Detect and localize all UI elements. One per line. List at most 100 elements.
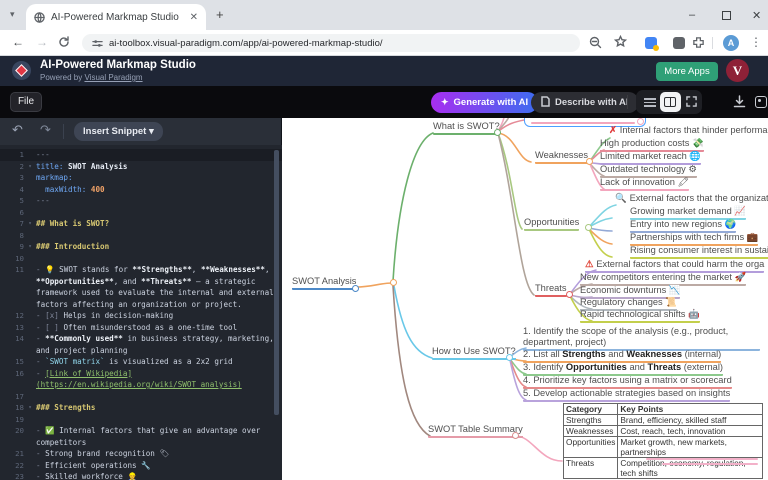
editor-line: 1--- bbox=[0, 149, 282, 161]
map-node-opportunities[interactable]: Opportunities bbox=[524, 217, 579, 231]
more-apps-button[interactable]: More Apps bbox=[656, 62, 718, 81]
node-circle-howto[interactable] bbox=[506, 354, 513, 361]
zoom-icon[interactable] bbox=[589, 36, 602, 49]
map-node-rapid-tech-shifts[interactable]: Rapid technological shifts 🤖 bbox=[580, 309, 700, 323]
code-editor[interactable]: 1---2▾title: SWOT Analysis3markmap:4 max… bbox=[0, 145, 282, 480]
visual-paradigm-link[interactable]: Visual Paradigm bbox=[84, 73, 142, 82]
back-button[interactable]: ← bbox=[12, 35, 24, 49]
extension-chat-icon[interactable] bbox=[673, 37, 685, 49]
editor-line: 10 bbox=[0, 253, 282, 265]
node-circle-junction[interactable] bbox=[390, 279, 397, 286]
map-node-threats[interactable]: Threats bbox=[535, 283, 567, 297]
node-circle-opportunities[interactable] bbox=[585, 224, 592, 231]
visual-paradigm-badge[interactable]: V bbox=[726, 59, 749, 82]
window-close-button[interactable]: ✕ bbox=[752, 9, 761, 22]
editor-line: 20- ✅ Internal factors that give an adva… bbox=[0, 425, 282, 437]
browser-address-bar: ← → ai-toolbox.visual-paradigm.com/app/a… bbox=[0, 30, 768, 56]
tab-title: AI-Powered Markmap Studio bbox=[51, 12, 184, 23]
map-node-opportunities-desc[interactable]: 🔍External factors that the organizatio bbox=[615, 193, 768, 205]
map-node-what-is-swot[interactable]: What is SWOT? bbox=[433, 121, 500, 135]
bookmark-star-icon[interactable] bbox=[614, 35, 627, 48]
cutoff-node-remnant bbox=[646, 458, 758, 460]
map-node-howto-step5[interactable]: 5. Develop actionable strategies based o… bbox=[523, 388, 730, 402]
table-row: WeaknessesCost, reach, tech, innovation bbox=[564, 426, 763, 437]
generate-with-ai-button[interactable]: ✦Generate with AI bbox=[431, 92, 538, 113]
editor-line: (https://en.wikipedia.org/wiki/SWOT_anal… bbox=[0, 379, 282, 391]
site-settings-icon[interactable] bbox=[92, 38, 103, 49]
node-circle-secure[interactable] bbox=[637, 118, 644, 125]
node-circle-root[interactable] bbox=[352, 285, 359, 292]
profile-avatar[interactable]: A bbox=[723, 35, 739, 51]
map-node-weaknesses[interactable]: Weaknesses bbox=[535, 150, 588, 164]
tab-close-icon[interactable]: ✕ bbox=[190, 12, 198, 23]
url-field[interactable]: ai-toolbox.visual-paradigm.com/app/ai-po… bbox=[82, 34, 580, 52]
editor-line: 16- [Link of Wikipedia] bbox=[0, 368, 282, 380]
node-circle-table-summary[interactable] bbox=[512, 432, 519, 439]
document-icon bbox=[541, 96, 550, 107]
map-node-threats-desc[interactable]: ⚠External factors that could harm the or… bbox=[585, 259, 764, 273]
map-node-root[interactable]: SWOT Analysis bbox=[292, 276, 356, 290]
editor-line: 5--- bbox=[0, 195, 282, 207]
editor-line: and project planning bbox=[0, 345, 282, 357]
download-icon[interactable] bbox=[733, 95, 746, 108]
map-node-high-production-costs[interactable]: High production costs 💸 bbox=[600, 138, 704, 152]
editor-line: 23- Skilled workforce 👷 bbox=[0, 471, 282, 480]
app-logo-icon bbox=[12, 61, 31, 80]
editor-line: competitors bbox=[0, 437, 282, 449]
window-minimize-button[interactable]: – bbox=[689, 9, 695, 21]
node-circle-what[interactable] bbox=[494, 129, 501, 136]
magic-icon: ✦ bbox=[441, 97, 449, 107]
editor-line: 6 bbox=[0, 207, 282, 219]
editor-line: 22- Efficient operations 🔧 bbox=[0, 460, 282, 472]
export-image-icon[interactable] bbox=[755, 96, 767, 108]
map-node-new-competitors[interactable]: New competitors entering the market 🚀 bbox=[580, 272, 746, 286]
editor-line: 2▾title: SWOT Analysis bbox=[0, 161, 282, 173]
editor-line: 4 maxWidth: 400 bbox=[0, 184, 282, 196]
editor-line: **Opportunities**, and **Threats** — a s… bbox=[0, 276, 282, 288]
new-tab-button[interactable]: + bbox=[216, 7, 224, 22]
node-circle-weaknesses[interactable] bbox=[586, 158, 593, 165]
insert-snippet-button[interactable]: Insert Snippet ▾ bbox=[74, 122, 163, 141]
node-circle-threats[interactable] bbox=[566, 291, 573, 298]
map-node-lack-of-innovation[interactable]: Lack of innovation 🖍 bbox=[600, 177, 689, 191]
editor-line: 21- Strong brand recognition 🏷 bbox=[0, 448, 282, 460]
split-view-icon[interactable] bbox=[660, 92, 681, 112]
map-node-entry-new-regions[interactable]: Entry into new regions 🌍 bbox=[630, 219, 736, 233]
map-node-how-to-use-swot[interactable]: How to Use SWOT? bbox=[432, 346, 516, 360]
reload-button[interactable] bbox=[58, 36, 70, 48]
map-node-howto-step3[interactable]: 3. Identify Opportunities and Threats (e… bbox=[523, 362, 723, 376]
map-node-limited-market-reach[interactable]: Limited market reach 🌐 bbox=[600, 151, 701, 165]
window-maximize-button[interactable] bbox=[722, 11, 731, 20]
map-node-rising-consumer-interest[interactable]: Rising consumer interest in sustainabili bbox=[630, 245, 768, 259]
map-node-howto-step4[interactable]: 4. Prioritize key factors using a matrix… bbox=[523, 375, 732, 389]
forward-button[interactable]: → bbox=[36, 35, 48, 49]
map-node-partnerships-tech-firms[interactable]: Partnerships with tech firms 💼 bbox=[630, 232, 758, 246]
extensions-puzzle-icon[interactable] bbox=[692, 36, 705, 49]
browser-tab[interactable]: AI-Powered Markmap Studio ✕ bbox=[26, 4, 206, 30]
map-node-howto-step2[interactable]: 2. List all Strengths and Weaknesses (in… bbox=[523, 349, 721, 363]
screen: ▾ AI-Powered Markmap Studio ✕ + – ✕ ← → … bbox=[0, 0, 768, 480]
describe-with-ai-button[interactable]: Describe with AI bbox=[531, 92, 639, 113]
file-menu-button[interactable]: File bbox=[10, 92, 42, 112]
undo-button[interactable]: ↶ bbox=[12, 122, 23, 138]
table-cell: Opportunities bbox=[564, 437, 618, 458]
table-row: StrengthsBrand, efficiency, skilled staf… bbox=[564, 415, 763, 426]
extension-icon[interactable] bbox=[645, 37, 657, 49]
mindmap-canvas[interactable]: Secure supply chain 🔗 SWOT Analysis What… bbox=[282, 118, 768, 480]
redo-button[interactable]: ↷ bbox=[40, 122, 51, 138]
map-node-weaknesses-desc[interactable]: ✗Internal factors that hinder performa bbox=[609, 125, 768, 137]
fullscreen-icon[interactable] bbox=[686, 96, 697, 107]
table-cell: Market growth, new markets, partnerships bbox=[618, 437, 763, 458]
map-node-swot-table-summary[interactable]: SWOT Table Summary bbox=[428, 424, 523, 438]
map-node-howto-step1[interactable]: 1. Identify the scope of the analysis (e… bbox=[523, 326, 760, 351]
browser-tab-bar: ▾ AI-Powered Markmap Studio ✕ + – ✕ bbox=[0, 0, 768, 30]
editor-line: 18▾### Strengths bbox=[0, 402, 282, 414]
tab-search-chevron-icon[interactable]: ▾ bbox=[10, 9, 15, 20]
browser-menu-icon[interactable]: ⋮ bbox=[750, 35, 762, 49]
divider bbox=[63, 124, 64, 139]
editor-line: 3markmap: bbox=[0, 172, 282, 184]
map-node-outdated-technology[interactable]: Outdated technology ⚙ bbox=[600, 164, 697, 178]
editor-scrollbar[interactable] bbox=[274, 150, 279, 415]
editor-only-view-icon[interactable] bbox=[644, 96, 656, 109]
map-node-growing-market-demand[interactable]: Growing market demand 📈 bbox=[630, 206, 746, 220]
